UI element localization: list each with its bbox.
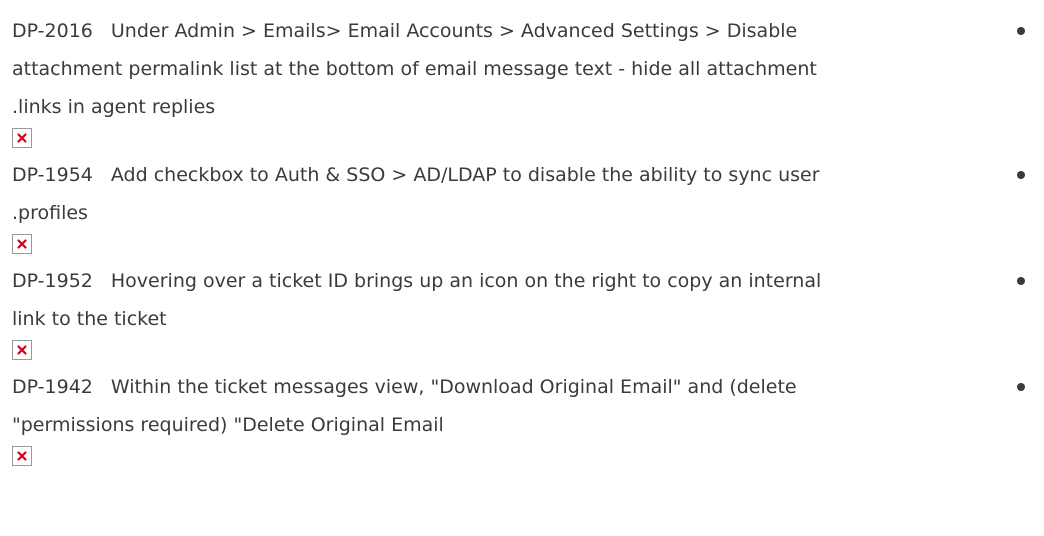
broken-image-icon	[12, 340, 32, 360]
item-text: Within the ticket messages view, "Downlo…	[110, 376, 797, 398]
item-line: attachment permalink list at the bottom …	[12, 56, 817, 82]
item-line: DP-1952 Hovering over a ticket ID brings …	[12, 268, 821, 294]
item-text: .links in agent replies	[12, 96, 216, 118]
item-text: Add checkbox to Auth & SSO > AD/LDAP to …	[110, 164, 820, 186]
item-text: .profiles	[12, 202, 88, 224]
item-line: DP-1954 Add checkbox to Auth & SSO > AD/L…	[12, 162, 820, 188]
broken-image-icon	[12, 446, 32, 466]
ticket-id: DP-1954	[12, 164, 93, 186]
item-line: .profiles	[12, 200, 88, 226]
bullet-icon	[1017, 277, 1025, 285]
bullet-icon	[1017, 27, 1025, 35]
item-line: DP-1942 Within the ticket messages view, …	[12, 374, 797, 400]
broken-image-icon	[12, 128, 32, 148]
ticket-id: DP-1942	[12, 376, 93, 398]
item-line: "permissions required) "Delete Original …	[12, 412, 444, 438]
ticket-id: DP-1952	[12, 270, 93, 292]
release-notes-list: DP-2016 Under Admin > Emails> Email Accou…	[0, 0, 1044, 536]
item-text: Hovering over a ticket ID brings up an i…	[110, 270, 822, 292]
broken-image-icon	[12, 234, 32, 254]
item-text: link to the ticket	[12, 308, 167, 330]
item-text: attachment permalink list at the bottom …	[12, 58, 817, 80]
item-text: "permissions required) "Delete Original …	[12, 414, 444, 436]
item-text: Under Admin > Emails> Email Accounts > A…	[110, 20, 798, 42]
item-line: .links in agent replies	[12, 94, 215, 120]
item-line: DP-2016 Under Admin > Emails> Email Accou…	[12, 18, 797, 44]
ticket-id: DP-2016	[12, 20, 93, 42]
item-line: link to the ticket	[12, 306, 167, 332]
bullet-icon	[1017, 383, 1025, 391]
bullet-icon	[1017, 171, 1025, 179]
